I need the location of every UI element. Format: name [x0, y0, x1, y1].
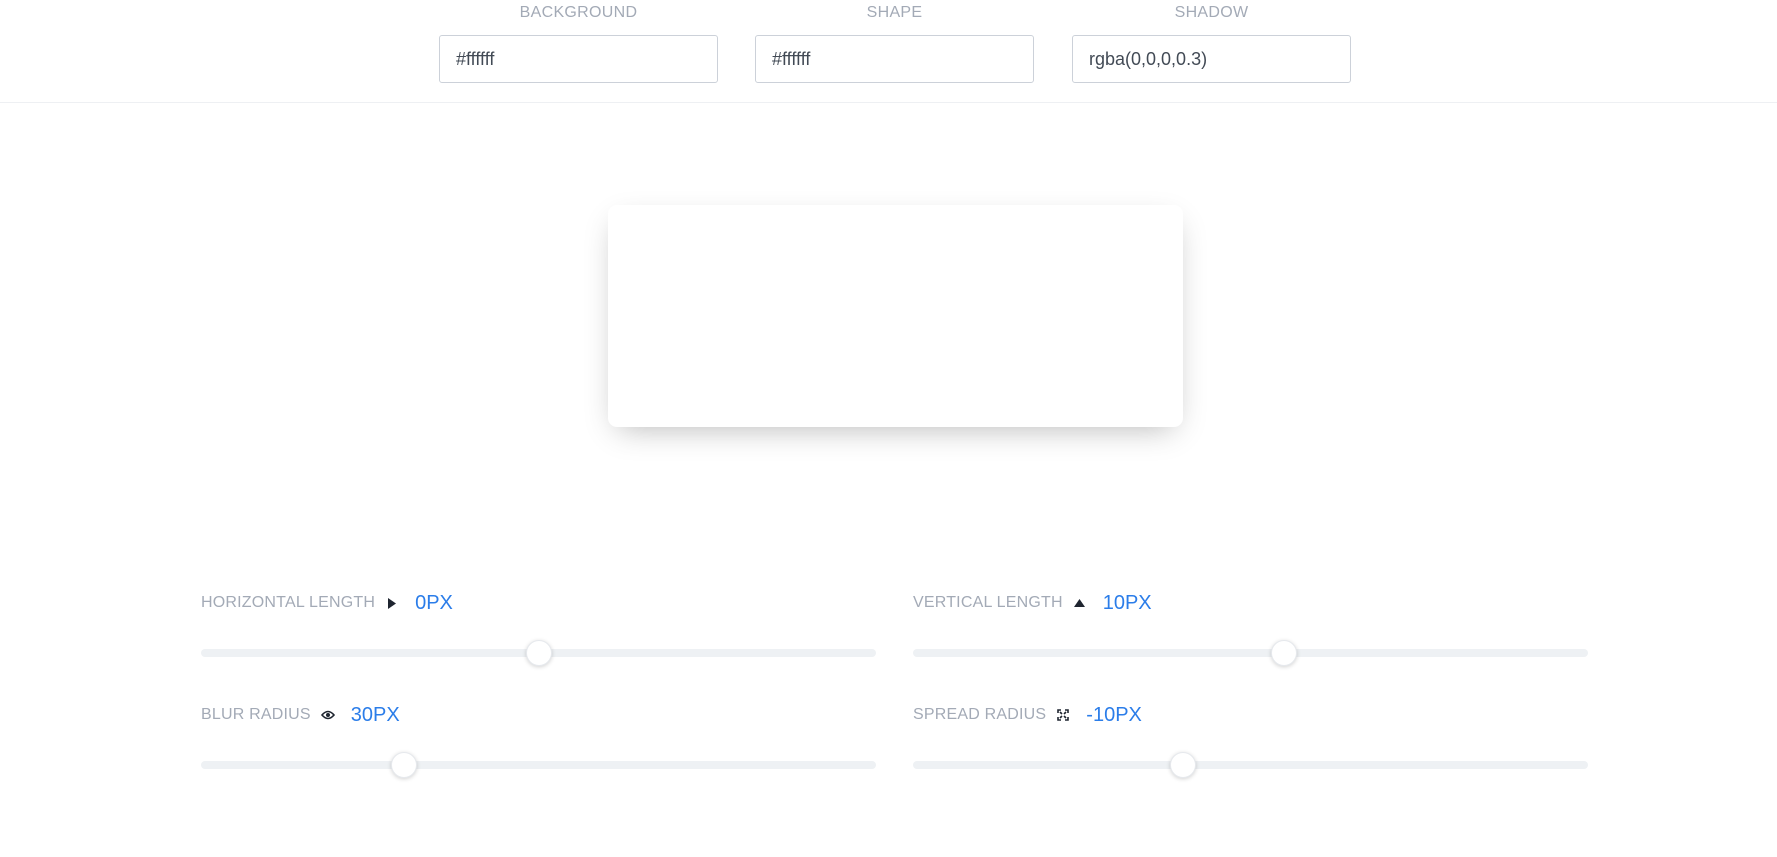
vertical-length-thumb[interactable] [1271, 640, 1298, 666]
shape-label: SHAPE [866, 4, 923, 21]
background-field: BACKGROUND [439, 0, 718, 83]
horizontal-length-slider[interactable] [201, 640, 876, 666]
caret-right-icon [385, 596, 399, 610]
vertical-length-label: VERTICAL LENGTH [913, 594, 1063, 611]
shadow-field: SHADOW [1072, 0, 1351, 83]
background-color-input[interactable] [439, 35, 718, 83]
background-label: BACKGROUND [519, 4, 638, 21]
color-toolbar: BACKGROUND SHAPE SHADOW [0, 0, 1777, 103]
horizontal-length-control: HORIZONTAL LENGTH 0PX [201, 590, 876, 666]
spread-radius-value: -10PX [1086, 703, 1142, 726]
vertical-length-value: 10PX [1102, 591, 1152, 614]
blur-radius-control: BLUR RADIUS 30PX [201, 702, 876, 778]
blur-radius-label: BLUR RADIUS [201, 706, 311, 723]
blur-radius-value: 30PX [350, 703, 400, 726]
horizontal-length-thumb[interactable] [525, 640, 552, 666]
vertical-length-control: VERTICAL LENGTH 10PX [913, 590, 1588, 666]
eye-icon [320, 708, 335, 722]
vertical-length-slider[interactable] [913, 640, 1588, 666]
horizontal-length-value: 0PX [415, 591, 453, 614]
expand-icon [1056, 708, 1070, 722]
spread-radius-label: SPREAD RADIUS [913, 706, 1047, 723]
horizontal-length-label: HORIZONTAL LENGTH [201, 594, 376, 611]
spread-radius-control: SPREAD RADIUS -10PX [913, 702, 1588, 778]
blur-radius-thumb[interactable] [390, 752, 417, 778]
shadow-color-input[interactable] [1072, 35, 1351, 83]
shape-color-input[interactable] [755, 35, 1034, 83]
shadow-label: SHADOW [1174, 4, 1249, 21]
shape-field: SHAPE [755, 0, 1034, 83]
spread-radius-slider[interactable] [913, 752, 1588, 778]
blur-radius-slider[interactable] [201, 752, 876, 778]
spread-radius-thumb[interactable] [1170, 752, 1196, 778]
caret-up-icon [1073, 596, 1087, 610]
shadow-preview-box [608, 205, 1183, 427]
